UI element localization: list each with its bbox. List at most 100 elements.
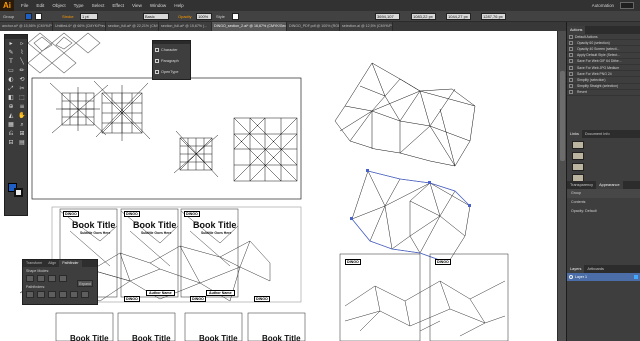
- hand-tool-icon[interactable]: ✋: [17, 112, 27, 120]
- x-position-field[interactable]: 3694,107 px: [375, 13, 400, 20]
- tab-links[interactable]: Links: [567, 130, 582, 138]
- appearance-contents-row[interactable]: Contents: [567, 198, 640, 207]
- graphic-style-swatch[interactable]: [232, 13, 239, 20]
- opacity-field[interactable]: 100%: [196, 13, 212, 20]
- eye-icon[interactable]: [569, 275, 573, 279]
- tab-untitled-6[interactable]: Untitled-6* @ 66% (CMYK/Previ...: [53, 22, 106, 31]
- action-toggle-checkbox[interactable]: [569, 46, 573, 51]
- opacity-label[interactable]: Opacity: [178, 13, 192, 20]
- tab-dingo-section-2[interactable]: DINGO_section_2.ai* @ 16,67% (CMYK/GeoMe…: [212, 22, 287, 31]
- outline-button[interactable]: [70, 291, 78, 298]
- rectangle-tool-icon[interactable]: ▭: [6, 67, 16, 75]
- scale-tool-icon[interactable]: ⤢: [6, 85, 16, 93]
- direct-selection-tool-icon[interactable]: ▹: [17, 40, 27, 48]
- action-toggle-checkbox[interactable]: [569, 34, 573, 39]
- action-item[interactable]: Revert: [567, 90, 640, 96]
- graph-tool-icon[interactable]: ▦: [6, 121, 16, 129]
- zoom-tool-icon[interactable]: ⌕: [17, 121, 27, 129]
- gradient-tool-icon[interactable]: ◭: [6, 112, 16, 120]
- fill-swatch[interactable]: [25, 13, 32, 20]
- lasso-tool-icon[interactable]: ⌇: [17, 49, 27, 57]
- menu-view[interactable]: View: [128, 3, 146, 8]
- slice-tool-icon[interactable]: ⊟: [6, 139, 16, 147]
- menu-select[interactable]: Select: [88, 3, 109, 8]
- artboard-tool-icon[interactable]: ⊞: [17, 130, 27, 138]
- link-thumbnail[interactable]: [572, 152, 584, 160]
- menu-object[interactable]: Object: [48, 3, 69, 8]
- layer-target-icon[interactable]: [634, 275, 638, 279]
- pencil-tool-icon[interactable]: ✏: [17, 67, 27, 75]
- y-position-field[interactable]: 1083,22 px: [411, 13, 436, 20]
- tab-transparency[interactable]: Transparency: [567, 183, 596, 187]
- action-toggle-checkbox[interactable]: [569, 40, 573, 45]
- tab-layers[interactable]: Layers: [567, 265, 585, 273]
- trim-button[interactable]: [37, 291, 45, 298]
- tab-anchor[interactable]: anchor.ai* @ 15,56% (CMYK/Previ...: [0, 22, 53, 31]
- link-thumbnail[interactable]: [572, 163, 584, 171]
- action-toggle-checkbox[interactable]: [569, 90, 573, 95]
- tab-pathfinder[interactable]: Pathfinder: [59, 260, 82, 267]
- vertical-scrollbar[interactable]: [557, 31, 566, 341]
- workspace-switcher-label[interactable]: Automation: [592, 3, 614, 8]
- layer-row[interactable]: Layer 1: [567, 273, 640, 281]
- unite-button[interactable]: [26, 275, 34, 282]
- divide-button[interactable]: [26, 291, 34, 298]
- action-toggle-checkbox[interactable]: [569, 84, 573, 89]
- action-toggle-checkbox[interactable]: [569, 59, 573, 64]
- tab-appearance[interactable]: Appearance: [596, 181, 623, 189]
- appearance-group-row[interactable]: Group: [567, 189, 640, 198]
- opentype-panel-button[interactable]: OpenType: [153, 66, 190, 77]
- link-thumbnail[interactable]: [572, 141, 584, 149]
- tab-dingo-pdf[interactable]: DINGO_PDF.pdf @ 100% (RGB/Previ...: [287, 22, 340, 31]
- tab-align[interactable]: Align: [45, 260, 59, 267]
- tab-section-full-2[interactable]: section_full.ai* @ 15,67% (...: [159, 22, 212, 31]
- rotate-tool-icon[interactable]: ⟲: [17, 76, 27, 84]
- tab-transform[interactable]: Transform: [23, 260, 45, 267]
- mesh-tool-icon[interactable]: ≡: [17, 103, 27, 111]
- menu-help[interactable]: Help: [170, 3, 187, 8]
- tab-selection[interactable]: selection.ai @ 12,5% (CMYK/Previ...: [340, 22, 393, 31]
- shape-builder-tool-icon[interactable]: ⬚: [17, 94, 27, 102]
- search-help-input[interactable]: [620, 2, 634, 9]
- mesh-pattern-selected[interactable]: [350, 169, 471, 264]
- stroke-weight-field[interactable]: 1 pt: [80, 13, 98, 20]
- exclude-button[interactable]: [59, 275, 67, 282]
- tab-actions[interactable]: Actions: [567, 26, 586, 34]
- height-field[interactable]: 1287,76 px: [481, 13, 506, 20]
- menu-type[interactable]: Type: [70, 3, 88, 8]
- tab-artboards[interactable]: Artboards: [584, 267, 606, 271]
- perspective-grid-tool-icon[interactable]: ⊕: [6, 103, 16, 111]
- menu-effect[interactable]: Effect: [108, 3, 128, 8]
- line-tool-icon[interactable]: ╲: [17, 58, 27, 66]
- stroke-label[interactable]: Stroke: [62, 13, 74, 20]
- menu-file[interactable]: File: [17, 3, 32, 8]
- menu-window[interactable]: Window: [146, 3, 170, 8]
- menu-edit[interactable]: Edit: [32, 3, 48, 8]
- type-tool-icon[interactable]: T: [6, 58, 16, 66]
- free-transform-tool-icon[interactable]: ◧: [6, 94, 16, 102]
- crop-button[interactable]: [59, 291, 67, 298]
- tab-document-info[interactable]: Document Info: [582, 132, 613, 136]
- minus-back-button[interactable]: [81, 291, 89, 298]
- selection-tool-icon[interactable]: ▸: [6, 40, 16, 48]
- action-toggle-checkbox[interactable]: [569, 77, 573, 82]
- minus-front-button[interactable]: [37, 275, 45, 282]
- scissors-tool-icon[interactable]: ✂: [17, 85, 27, 93]
- brush-select[interactable]: Basic: [143, 13, 169, 20]
- character-panel-button[interactable]: Character: [153, 44, 190, 55]
- tab-section-full[interactable]: section_full.ai* @ 22,21% (CMYK...: [106, 22, 159, 31]
- stroke-color-swatch[interactable]: [14, 188, 23, 197]
- vertical-scroll-thumb[interactable]: [560, 71, 565, 161]
- intersect-button[interactable]: [48, 275, 56, 282]
- action-toggle-checkbox[interactable]: [569, 71, 573, 76]
- action-toggle-checkbox[interactable]: [569, 65, 573, 70]
- paragraph-panel-button[interactable]: Paragraph: [153, 55, 190, 66]
- action-toggle-checkbox[interactable]: [569, 53, 573, 58]
- eraser-tool-icon[interactable]: ⎌: [6, 130, 16, 138]
- blob-brush-tool-icon[interactable]: ◐: [6, 76, 16, 84]
- magic-wand-tool-icon[interactable]: ✎: [6, 49, 16, 57]
- width-field[interactable]: 1044,27 px: [446, 13, 471, 20]
- expand-button[interactable]: Expand: [77, 280, 93, 287]
- stroke-swatch[interactable]: [35, 13, 42, 20]
- merge-button[interactable]: [48, 291, 56, 298]
